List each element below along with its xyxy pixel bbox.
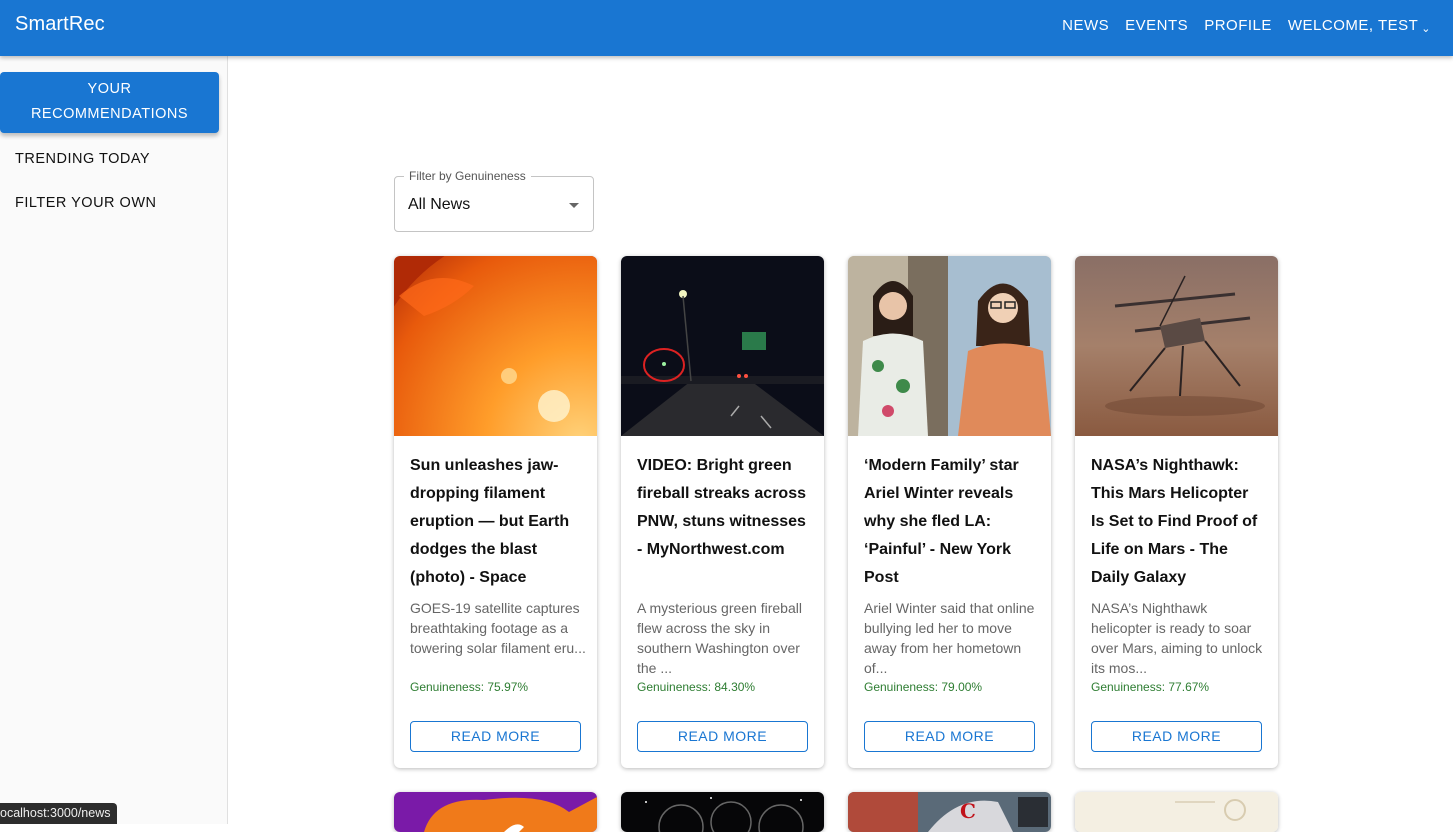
sidebar-item-recommendations[interactable]: YOUR RECOMMENDATIONS <box>0 72 219 133</box>
genuineness-score: Genuineness: 84.30% <box>637 680 756 694</box>
news-card: VIDEO: Bright green fireball streaks acr… <box>621 256 824 768</box>
genuineness-score: Genuineness: 79.00% <box>864 680 983 694</box>
genuineness-score: Genuineness: 75.97% <box>410 680 529 694</box>
read-more-button[interactable]: READ MORE <box>410 721 581 752</box>
news-description: NASA’s Nighthawk helicopter is ready to … <box>1091 600 1263 676</box>
news-title: Sun unleashes jaw-dropping filament erup… <box>410 457 570 586</box>
sidebar: YOUR RECOMMENDATIONS TRENDING TODAY FILT… <box>0 56 228 824</box>
top-nav: NEWS EVENTS PROFILE WELCOME, TEST ⌄ <box>1054 0 1439 50</box>
nav-news[interactable]: NEWS <box>1054 17 1117 34</box>
filter-label: Filter by Genuineness <box>404 169 531 183</box>
news-image[interactable] <box>848 256 1051 436</box>
news-card-partial <box>394 792 597 832</box>
sidebar-item-label-line2: RECOMMENDATIONS <box>30 106 189 122</box>
read-more-button[interactable]: READ MORE <box>1091 721 1262 752</box>
sidebar-item-filter-own[interactable]: FILTER YOUR OWN <box>15 195 157 211</box>
news-card: ‘Modern Family’ star Ariel Winter reveal… <box>848 256 1051 768</box>
nav-profile[interactable]: PROFILE <box>1196 17 1280 34</box>
news-card: Sun unleashes jaw-dropping filament erup… <box>394 256 597 768</box>
news-image[interactable] <box>394 792 597 832</box>
read-more-button[interactable]: READ MORE <box>637 721 808 752</box>
nav-events[interactable]: EVENTS <box>1117 17 1196 34</box>
news-description: Ariel Winter said that online bullying l… <box>864 600 1035 676</box>
news-title: VIDEO: Bright green fireball streaks acr… <box>637 457 806 558</box>
news-card: NASA’s Nighthawk: This Mars Helicopter I… <box>1075 256 1278 768</box>
news-card-partial <box>621 792 824 832</box>
news-description: A mysterious green fireball flew across … <box>637 600 802 676</box>
news-image[interactable] <box>394 256 597 436</box>
app-bar: SmartRec NEWS EVENTS PROFILE WELCOME, TE… <box>0 0 1453 56</box>
news-image[interactable]: C <box>848 792 1051 832</box>
news-card-partial: C <box>848 792 1051 832</box>
news-image[interactable] <box>1075 256 1278 436</box>
chevron-down-icon: ⌄ <box>1421 22 1431 35</box>
user-menu-label: WELCOME, TEST <box>1287 16 1419 34</box>
news-image[interactable] <box>1075 792 1278 832</box>
user-menu[interactable]: WELCOME, TEST ⌄ <box>1280 16 1439 35</box>
read-more-button[interactable]: READ MORE <box>864 721 1035 752</box>
dropdown-arrow-icon <box>569 203 579 208</box>
sidebar-item-trending[interactable]: TRENDING TODAY <box>15 151 150 167</box>
news-image[interactable] <box>621 256 824 436</box>
news-description: GOES-19 satellite captures breathtaking … <box>410 600 586 656</box>
news-image[interactable] <box>621 792 824 832</box>
brand-logo[interactable]: SmartRec <box>15 13 105 36</box>
news-card-partial <box>1075 792 1278 832</box>
news-title: NASA’s Nighthawk: This Mars Helicopter I… <box>1091 457 1258 586</box>
genuineness-filter-select[interactable]: Filter by Genuineness All News <box>394 169 594 232</box>
news-title: ‘Modern Family’ star Ariel Winter reveal… <box>864 457 1019 586</box>
svg-text:C: C <box>960 799 976 823</box>
sidebar-item-label-line1: YOUR <box>87 81 132 97</box>
filter-selected-value: All News <box>408 196 471 213</box>
genuineness-score: Genuineness: 77.67% <box>1091 680 1210 694</box>
link-preview-statusbar: ocalhost:3000/news <box>0 803 117 824</box>
